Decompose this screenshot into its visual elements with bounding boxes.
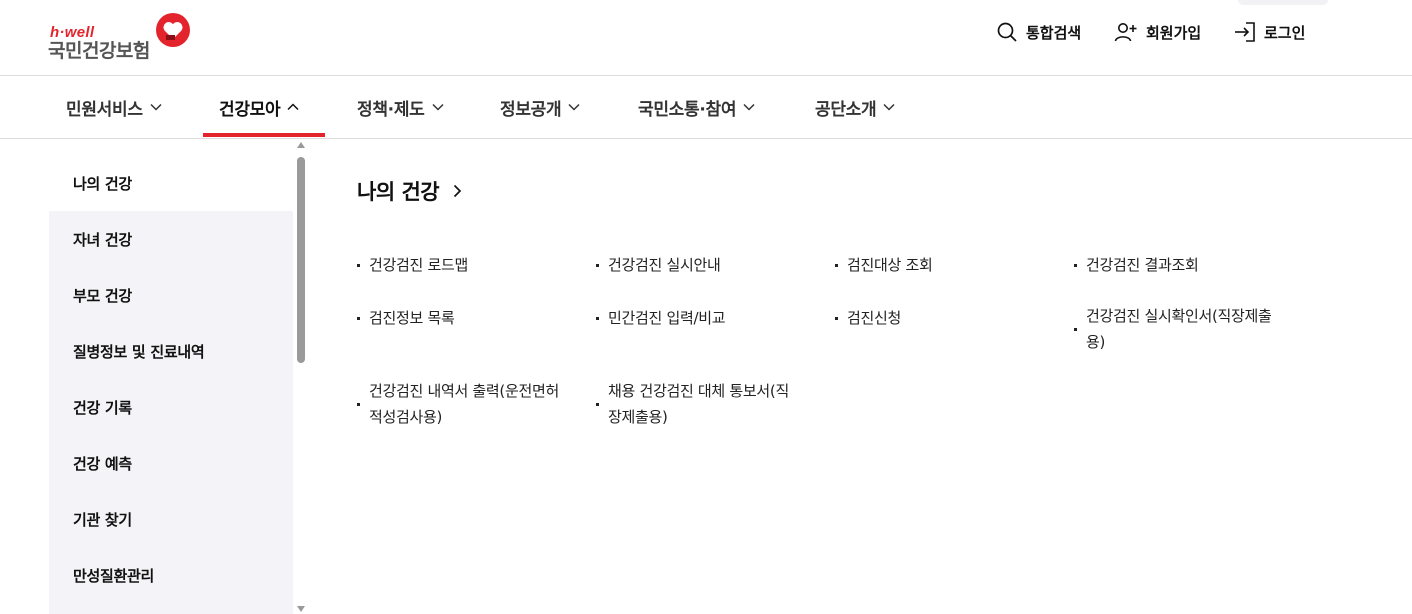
link-checkup-guide[interactable]: 건강검진 실시안내 xyxy=(596,252,816,278)
link-private-checkup[interactable]: 민간검진 입력/비교 xyxy=(596,305,816,331)
scrollbar-thumb[interactable] xyxy=(297,157,305,363)
sidebar-item-health-record[interactable]: 건강 기록 xyxy=(49,379,293,435)
link-checkup-apply[interactable]: 검진신청 xyxy=(835,305,1055,331)
chevron-down-icon xyxy=(568,103,580,111)
link-checkup-info-list[interactable]: 검진정보 목록 xyxy=(357,305,577,331)
gnb-label: 정책·제도 xyxy=(357,99,425,120)
chevron-down-icon xyxy=(883,103,895,111)
sidebar-item-my-health[interactable]: 나의 건강 xyxy=(49,155,293,211)
content-title-link[interactable]: 나의 건강 xyxy=(357,176,462,206)
add-user-icon xyxy=(1114,23,1137,42)
sidebar-menu: 나의 건강 자녀 건강 부모 건강 질병정보 및 진료내역 건강 기록 건강 예… xyxy=(49,155,293,614)
sidebar-item-disease-info[interactable]: 질병정보 및 진료내역 xyxy=(49,323,293,379)
chevron-down-icon xyxy=(432,103,444,111)
login-label: 로그인 xyxy=(1264,23,1306,42)
link-employment-checkup-notice[interactable]: 채용 건강검진 대체 통보서(직장제출용) xyxy=(596,378,796,430)
gnb-item-about[interactable]: 공단소개 xyxy=(815,76,895,138)
gnb-label: 공단소개 xyxy=(815,99,877,120)
chevron-down-icon xyxy=(743,103,755,111)
logo-name-text: 국민건강보험 xyxy=(48,40,150,62)
gnb-item-civil-service[interactable]: 민원서비스 xyxy=(66,76,162,138)
link-checkup-statement[interactable]: 건강검진 내역서 출력(운전면허적성검사용) xyxy=(357,378,567,430)
sidebar-item-chronic-disease[interactable]: 만성질환관리 xyxy=(49,547,293,603)
gnb-label: 정보공개 xyxy=(500,99,562,120)
scroll-up-arrow-icon[interactable] xyxy=(297,142,305,148)
gnb-item-policy[interactable]: 정책·제도 xyxy=(357,76,444,138)
sidebar-item-health-prediction[interactable]: 건강 예측 xyxy=(49,435,293,491)
sidebar-item-parent-health[interactable]: 부모 건강 xyxy=(49,267,293,323)
join-button[interactable]: 회원가입 xyxy=(1114,20,1201,44)
top-corner-tab xyxy=(1238,0,1328,5)
gnb-active-underline xyxy=(203,133,325,137)
scroll-down-arrow-icon[interactable] xyxy=(297,606,305,612)
sidebar-item-find-institution[interactable]: 기관 찾기 xyxy=(49,491,293,547)
search-icon xyxy=(997,22,1017,42)
login-icon xyxy=(1235,22,1255,42)
chevron-up-icon xyxy=(287,103,299,111)
gnb-label: 민원서비스 xyxy=(66,99,143,120)
global-nav: 민원서비스 건강모아 정책·제도 정보공개 국민소통·참여 공단소개 xyxy=(0,76,1412,139)
site-header: h·well 국민건강보험 통합검색 회원가입 로그인 xyxy=(0,0,1412,76)
login-button[interactable]: 로그인 xyxy=(1234,20,1305,44)
content-title-text: 나의 건강 xyxy=(357,180,440,204)
link-checkup-result[interactable]: 건강검진 결과조회 xyxy=(1074,252,1274,278)
chevron-down-icon xyxy=(150,103,162,111)
link-checkup-certificate[interactable]: 건강검진 실시확인서(직장제출용) xyxy=(1074,303,1274,355)
gnb-item-health-moa[interactable]: 건강모아 xyxy=(219,76,299,138)
chevron-right-icon xyxy=(453,184,462,198)
gnb-item-communication[interactable]: 국민소통·참여 xyxy=(638,76,755,138)
gnb-item-info-disclosure[interactable]: 정보공개 xyxy=(500,76,580,138)
gnb-label: 국민소통·참여 xyxy=(638,99,737,120)
site-logo[interactable]: h·well 국민건강보험 xyxy=(48,12,198,62)
unified-search-button[interactable]: 통합검색 xyxy=(996,20,1081,44)
unified-search-label: 통합검색 xyxy=(1026,23,1082,42)
gnb-label: 건강모아 xyxy=(219,99,281,120)
link-checkup-roadmap[interactable]: 건강검진 로드맵 xyxy=(357,252,577,278)
link-checkup-target[interactable]: 검진대상 조회 xyxy=(835,252,1055,278)
heart-logo-icon xyxy=(156,13,190,47)
sidebar-scrollbar[interactable] xyxy=(296,142,306,614)
join-label: 회원가입 xyxy=(1146,23,1202,42)
sidebar-item-child-health[interactable]: 자녀 건강 xyxy=(49,211,293,267)
